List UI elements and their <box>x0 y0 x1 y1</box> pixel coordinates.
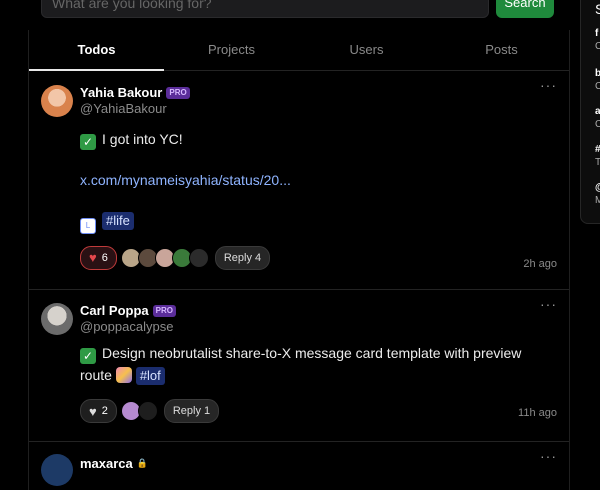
side-item[interactable]: a C <box>595 105 600 131</box>
tab-projects[interactable]: Projects <box>164 30 299 70</box>
more-icon[interactable]: ··· <box>540 448 557 464</box>
side-heading: S <box>595 1 600 17</box>
tab-users[interactable]: Users <box>299 30 434 70</box>
search-button[interactable]: Search <box>496 0 554 18</box>
author-handle[interactable]: @poppacalypse <box>80 319 553 334</box>
check-icon: ✓ <box>80 134 96 150</box>
side-item-sub: C <box>595 41 600 52</box>
post-card: ··· maxarca 🔒 <box>29 442 569 486</box>
tag-icon: L <box>80 217 96 234</box>
todo-text: I got into YC! <box>102 131 183 147</box>
post-card: ··· Carl Poppa PRO @poppacalypse ✓ Design… <box>29 290 569 442</box>
todo-item: ✓ Design neobrutalist share-to-X message … <box>80 342 553 386</box>
avatar[interactable] <box>137 401 158 421</box>
author-name[interactable]: Yahia Bakour <box>80 85 162 100</box>
author-name[interactable]: Carl Poppa <box>80 303 149 318</box>
hashtag[interactable]: #lof <box>135 367 165 385</box>
project-icon <box>115 367 132 383</box>
avatar[interactable] <box>41 85 73 117</box>
post-link[interactable]: x.com/mynameisyahia/status/20... <box>80 172 291 188</box>
more-icon[interactable]: ··· <box>540 296 557 312</box>
heart-icon: ♥ <box>89 403 97 419</box>
like-count: 2 <box>101 405 108 417</box>
feed-column: Todos Projects Users Posts ··· Yahia Bak… <box>28 30 570 490</box>
reply-button[interactable]: Reply 1 <box>163 399 220 423</box>
lock-icon: 🔒 <box>136 458 148 468</box>
more-icon[interactable]: ··· <box>540 77 557 93</box>
tab-posts[interactable]: Posts <box>434 30 569 70</box>
side-item-sub: C <box>595 81 600 92</box>
liker-avatars <box>120 401 158 421</box>
side-item-sub: T <box>595 157 600 168</box>
side-item-title: f <box>595 28 599 39</box>
avatar[interactable] <box>41 303 73 335</box>
side-item[interactable]: f C <box>595 27 600 53</box>
author-handle[interactable]: @YahiaBakour <box>80 101 553 116</box>
check-icon: ✓ <box>80 348 96 364</box>
side-item-title: @ <box>595 181 600 194</box>
avatar[interactable] <box>41 454 73 486</box>
pro-badge: PRO <box>152 304 176 317</box>
liker-avatars <box>120 247 209 268</box>
tab-bar: Todos Projects Users Posts <box>29 30 569 71</box>
like-button[interactable]: ♥ 6 <box>80 245 117 270</box>
heart-icon: ♥ <box>89 250 97 265</box>
post-time: 11h ago <box>518 407 557 419</box>
side-item-title: a <box>595 106 600 117</box>
side-item-sub: C <box>595 119 600 130</box>
pro-badge: PRO <box>166 86 190 99</box>
hashtag[interactable]: #life <box>102 212 134 230</box>
side-item-title: # <box>595 143 600 156</box>
side-item-title: b <box>595 68 600 79</box>
side-item[interactable]: @ M <box>595 181 600 207</box>
post-time: 2h ago <box>523 258 557 270</box>
search-input[interactable] <box>41 0 489 18</box>
like-count: 6 <box>101 251 108 264</box>
tab-todos[interactable]: Todos <box>29 30 164 71</box>
post-card: ··· Yahia Bakour PRO @YahiaBakour ✓ I got… <box>29 71 569 290</box>
side-item[interactable]: b C <box>595 67 600 93</box>
side-panel: S f C b C a C # T @ M <box>580 0 600 224</box>
reply-button[interactable]: Reply 4 <box>214 245 271 270</box>
todo-item: ✓ I got into YC! <box>80 128 553 150</box>
like-button[interactable]: ♥ 2 <box>80 399 117 423</box>
avatar[interactable] <box>188 247 209 268</box>
side-item[interactable]: # T <box>595 143 600 169</box>
side-item-sub: M <box>595 195 600 206</box>
